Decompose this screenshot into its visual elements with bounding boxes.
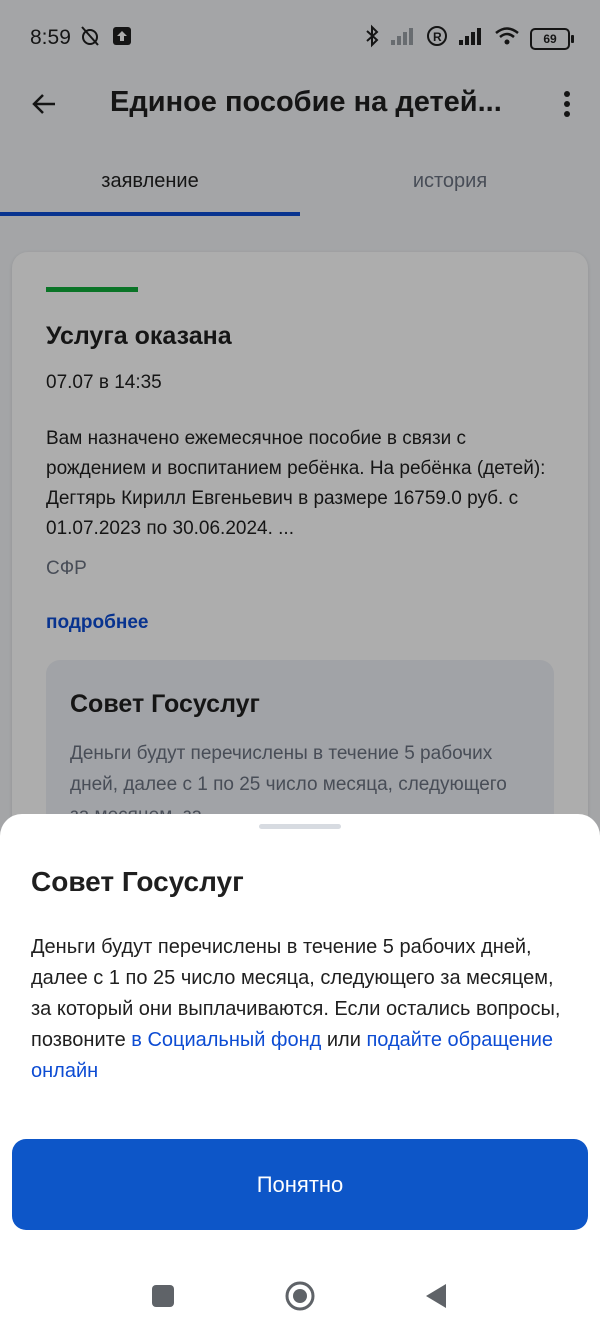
- ok-button[interactable]: Понятно: [12, 1139, 588, 1230]
- sheet-text: Деньги будут перечислены в течение 5 раб…: [31, 932, 576, 1087]
- recents-square-icon[interactable]: [143, 1276, 183, 1316]
- home-circle-icon[interactable]: [280, 1276, 320, 1316]
- bottom-sheet: Совет Госуслуг Деньги будут перечислены …: [0, 814, 600, 1332]
- sheet-title: Совет Госуслуг: [31, 866, 244, 897]
- back-triangle-icon[interactable]: [416, 1276, 456, 1316]
- drag-handle[interactable]: [259, 824, 341, 829]
- system-nav-bar: [0, 1260, 600, 1332]
- sheet-text-part2: или: [321, 1029, 367, 1051]
- social-fund-link[interactable]: в Социальный фонд: [131, 1029, 321, 1051]
